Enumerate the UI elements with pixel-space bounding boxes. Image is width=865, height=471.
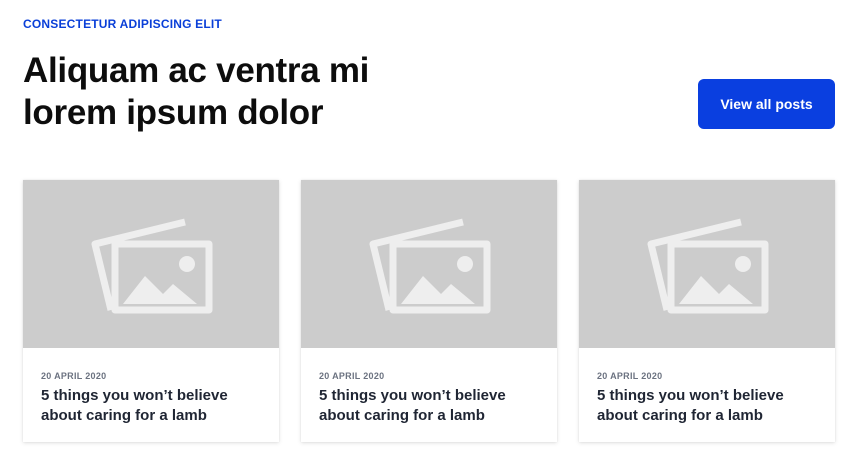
view-all-posts-button[interactable]: View all posts <box>698 79 835 129</box>
image-placeholder-icon <box>369 218 491 314</box>
post-date: 20 APRIL 2020 <box>319 371 385 381</box>
page-title: Aliquam ac ventra mi lorem ipsum dolor <box>23 51 370 132</box>
post-card-body: 20 APRIL 2020 5 things you won’t believe… <box>579 348 835 426</box>
post-date: 20 APRIL 2020 <box>597 371 663 381</box>
post-card-body: 20 APRIL 2020 5 things you won’t believe… <box>301 348 557 426</box>
post-card-list: 20 APRIL 2020 5 things you won’t believe… <box>23 180 835 442</box>
post-card[interactable]: 20 APRIL 2020 5 things you won’t believe… <box>301 180 557 442</box>
image-placeholder-icon <box>91 218 213 314</box>
post-thumbnail <box>301 180 557 348</box>
post-title[interactable]: 5 things you won’t believe about caring … <box>319 386 539 426</box>
post-date: 20 APRIL 2020 <box>41 371 107 381</box>
post-title[interactable]: 5 things you won’t believe about caring … <box>597 386 817 426</box>
eyebrow-label: CONSECTETUR ADIPISCING ELIT <box>23 17 222 31</box>
post-title[interactable]: 5 things you won’t believe about caring … <box>41 386 261 426</box>
post-thumbnail <box>23 180 279 348</box>
post-card[interactable]: 20 APRIL 2020 5 things you won’t believe… <box>23 180 279 442</box>
post-card[interactable]: 20 APRIL 2020 5 things you won’t believe… <box>579 180 835 442</box>
image-placeholder-icon <box>647 218 769 314</box>
post-thumbnail <box>579 180 835 348</box>
post-card-body: 20 APRIL 2020 5 things you won’t believe… <box>23 348 279 426</box>
